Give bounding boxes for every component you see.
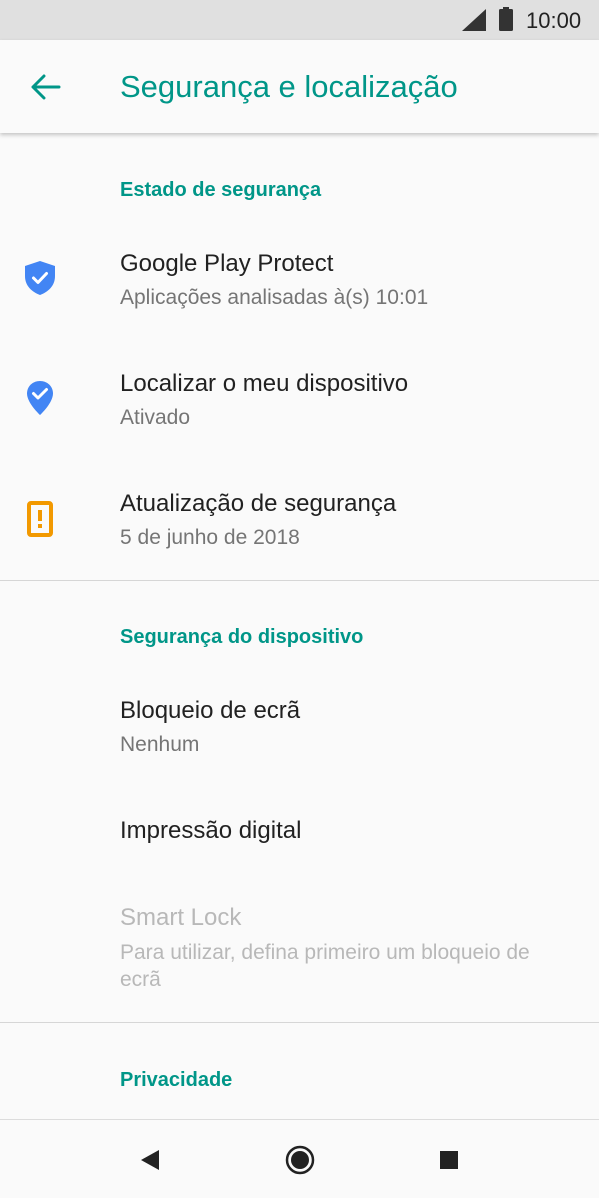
location-check-icon (20, 378, 60, 418)
nav-back-icon (141, 1150, 159, 1170)
list-item-fingerprint[interactable]: Impressão digital (0, 788, 599, 874)
nav-home-icon (285, 1145, 315, 1175)
item-subtitle: 5 de junho de 2018 (120, 526, 300, 549)
list-item-security-update[interactable]: Atualização de segurança 5 de junho de 2… (0, 471, 599, 579)
item-title: Smart Lock (120, 904, 242, 931)
nav-recents-button[interactable] (429, 1140, 469, 1180)
item-subtitle: Para utilizar, defina primeiro um bloque… (120, 941, 530, 991)
section-header-security-status: Estado de segurança (120, 179, 322, 201)
list-item-google-play-protect[interactable]: Google Play Protect Aplicações analisada… (0, 233, 599, 349)
list-item-smart-lock: Smart Lock Para utilizar, defina primeir… (0, 876, 599, 1021)
item-title: Localizar o meu dispositivo (120, 370, 409, 397)
nav-recents-icon (440, 1151, 458, 1169)
section-header-device-security: Segurança do dispositivo (120, 626, 364, 648)
status-bar: 10:00 (0, 0, 599, 40)
section-header-privacy: Privacidade (120, 1069, 233, 1091)
item-subtitle: Ativado (120, 406, 191, 429)
navigation-bar (0, 1119, 599, 1198)
page-title: Segurança e localização (120, 69, 458, 104)
list-item-find-my-device[interactable]: Localizar o meu dispositivo Ativado (0, 351, 599, 469)
item-title: Google Play Protect (120, 250, 334, 277)
section-divider (0, 580, 599, 581)
item-title: Atualização de segurança (120, 490, 397, 517)
item-subtitle: Aplicações analisadas à(s) 10:01 (120, 286, 429, 309)
settings-list: Estado de segurança Google Play Protect … (0, 133, 599, 1119)
list-item-screen-lock[interactable]: Bloqueio de ecrã Nenhum (0, 678, 599, 786)
item-title: Bloqueio de ecrã (120, 697, 301, 724)
section-divider (0, 1022, 599, 1023)
nav-back-button[interactable] (130, 1140, 170, 1180)
signal-icon (462, 9, 486, 31)
arrow-back-icon (31, 74, 61, 100)
item-subtitle: Nenhum (120, 733, 200, 756)
item-title: Impressão digital (120, 817, 302, 844)
back-button[interactable] (18, 64, 74, 110)
status-time: 10:00 (526, 8, 582, 33)
app-bar: Segurança e localização (0, 40, 599, 133)
shield-check-icon (20, 258, 60, 298)
battery-icon (499, 7, 513, 31)
nav-home-button[interactable] (280, 1140, 320, 1180)
warning-icon (20, 499, 60, 539)
